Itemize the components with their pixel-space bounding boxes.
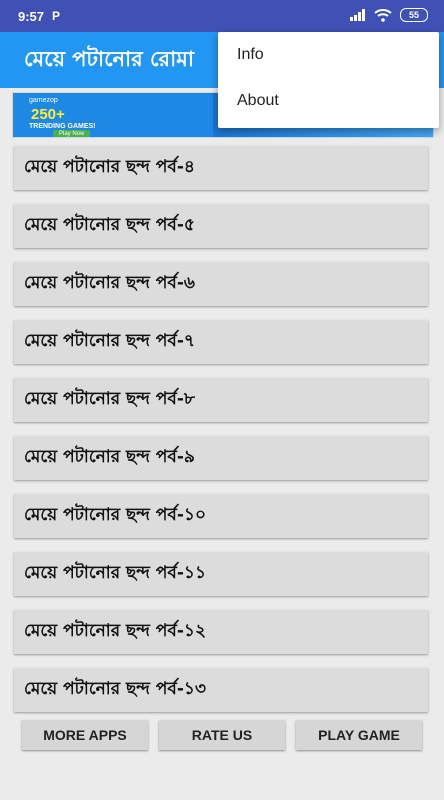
rate-us-button[interactable]: RATE US <box>159 720 285 750</box>
status-icons: 55 <box>350 8 428 22</box>
list-item[interactable]: মেয়ে পটানোর ছন্দ পর্ব-১১ <box>14 552 428 596</box>
notification-icon: P <box>52 9 61 23</box>
status-time: 9:57 <box>18 8 45 24</box>
list-item[interactable]: মেয়ে পটানোর ছন্দ পর্ব-৯ <box>14 436 428 480</box>
play-game-button[interactable]: PLAY GAME <box>296 720 422 750</box>
list-item[interactable]: মেয়ে পটানোর ছন্দ পর্ব-৮ <box>14 378 428 422</box>
list-item[interactable]: মেয়ে পটানোর ছন্দ পর্ব-১২ <box>14 610 428 654</box>
overflow-menu: Info About <box>218 32 439 128</box>
episode-list: মেয়ে পটানোর ছন্দ পর্ব-৪ মেয়ে পটানোর ছন… <box>14 146 428 726</box>
wifi-icon <box>374 8 392 22</box>
ad-cta-button[interactable]: Play Now <box>53 130 91 137</box>
ad-subline: TRENDING GAMES! <box>29 123 96 130</box>
bottom-button-bar: MORE APPS RATE US PLAY GAME <box>22 720 422 750</box>
list-item[interactable]: মেয়ে পটানোর ছন্দ পর্ব-৭ <box>14 320 428 364</box>
list-item[interactable]: মেয়ে পটানোর ছন্দ পর্ব-৪ <box>14 146 428 190</box>
menu-item-about[interactable]: About <box>218 78 439 124</box>
ad-logo: gamezop <box>29 97 58 104</box>
battery-icon: 55 <box>400 8 428 22</box>
status-bar: 9:57 P 55 <box>0 0 444 32</box>
ad-headline: 250+ <box>31 106 65 123</box>
system-nav-bar <box>0 760 444 800</box>
list-item[interactable]: মেয়ে পটানোর ছন্দ পর্ব-৬ <box>14 262 428 306</box>
list-item[interactable]: মেয়ে পটানোর ছন্দ পর্ব-৫ <box>14 204 428 248</box>
app-title: মেয়ে পটানোর রোমা <box>24 46 194 71</box>
list-item[interactable]: মেয়ে পটানোর ছন্দ পর্ব-১০ <box>14 494 428 538</box>
more-apps-button[interactable]: MORE APPS <box>22 720 148 750</box>
signal-icon <box>350 9 365 21</box>
menu-item-info[interactable]: Info <box>218 32 439 78</box>
list-item[interactable]: মেয়ে পটানোর ছন্দ পর্ব-১৩ <box>14 668 428 712</box>
